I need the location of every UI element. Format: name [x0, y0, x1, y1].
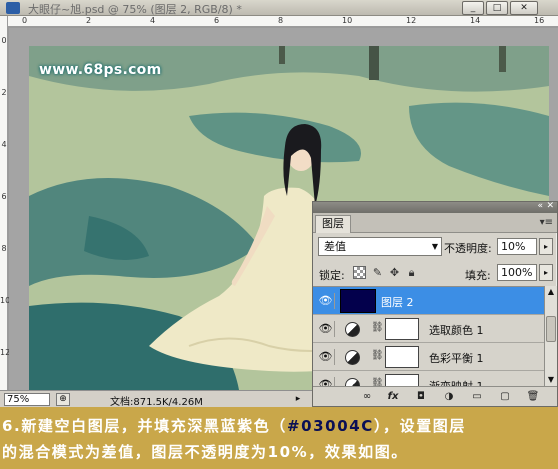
document-titlebar[interactable]: 大眼仔~旭.psd @ 75% (图层 2, RGB/8) * _ □ ✕	[0, 0, 558, 16]
lock-transparent-pixels-icon[interactable]	[353, 266, 366, 279]
layer-row-gradient-map-1[interactable]: 👁︎ ⛓ 渐变映射 1	[313, 371, 544, 386]
document-info: 文档:871.5K/4.26M	[110, 397, 203, 408]
adjustment-layer-icon	[345, 322, 360, 337]
lock-all-icon[interactable]: 🔒︎	[405, 266, 418, 279]
caption-line-2: 的混合模式为差值，图层不透明度为10%，效果如图。	[2, 443, 408, 461]
lock-label: 锁定:	[319, 269, 345, 282]
adjustment-layer-icon	[345, 350, 360, 365]
new-layer-icon[interactable]: ▢	[497, 390, 513, 404]
lock-position-icon[interactable]: ✥	[388, 266, 401, 279]
status-menu-arrow-icon[interactable]: ▸	[292, 393, 304, 406]
ruler-tick: 8	[278, 16, 284, 25]
layer-name: 色彩平衡 1	[429, 352, 484, 365]
folder-icon[interactable]: ▭	[469, 390, 485, 404]
layer-row-layer-2[interactable]: 👁︎ 图层 2	[313, 287, 544, 315]
fill-field[interactable]: 100%	[497, 264, 537, 281]
caption-hex-color: #03004C	[286, 417, 374, 435]
tutorial-caption: 6.新建空白图层，并填充深黑蓝紫色（#03004C），设置图层 的混合模式为差值…	[0, 407, 558, 469]
layer-row-selective-color-1[interactable]: 👁︎ ⛓ 选取颜色 1	[313, 315, 544, 343]
layer-mask-thumbnail[interactable]	[385, 374, 419, 386]
ruler-tick: 2	[86, 16, 92, 25]
layer-mask-thumbnail[interactable]	[385, 346, 419, 368]
visibility-eye-icon[interactable]: 👁︎	[317, 349, 335, 365]
lock-image-pixels-icon[interactable]: ✎	[371, 266, 384, 279]
collapse-panel-icon[interactable]: «	[537, 201, 543, 211]
opacity-label: 不透明度:	[444, 242, 492, 255]
caption-line-1-suffix: ），设置图层	[373, 417, 467, 435]
scroll-thumb[interactable]	[546, 316, 556, 342]
ruler-tick: 0	[22, 16, 28, 25]
panel-menu-icon[interactable]: ▾≡	[540, 217, 553, 228]
minimize-button[interactable]: _	[462, 1, 484, 15]
scroll-up-icon[interactable]: ▲	[545, 286, 557, 298]
ruler-tick: 4	[150, 16, 156, 25]
layers-panel: « ✕ 图层 ▾≡ 差值 ▼ 不透明度: 10% ▸ 锁定: ✎ ✥ 🔒︎ 填充…	[312, 201, 558, 407]
fill-label: 填充:	[465, 269, 491, 282]
visibility-eye-icon[interactable]: 👁︎	[317, 293, 335, 309]
layer-row-color-balance-1[interactable]: 👁︎ ⛓ 色彩平衡 1	[313, 343, 544, 371]
layer-mask-thumbnail[interactable]	[385, 318, 419, 340]
mask-link-icon[interactable]: ⛓	[371, 378, 384, 386]
ruler-tick: 10	[0, 296, 11, 305]
layer-name: 渐变映射 1	[429, 378, 484, 386]
layers-panel-footer: ∞ fx ◘ ◑ ▭ ▢ 🗑	[313, 386, 557, 406]
ruler-tick: 0	[1, 36, 7, 45]
fx-icon[interactable]: fx	[385, 390, 401, 404]
layer-name: 图层 2	[381, 296, 414, 309]
close-panel-icon[interactable]: ✕	[546, 201, 554, 211]
vertical-ruler[interactable]: 0 2 4 6 8 10 12	[0, 16, 11, 390]
blend-mode-select[interactable]: 差值 ▼	[318, 237, 442, 256]
ruler-tick: 8	[1, 244, 7, 253]
panel-title-bar[interactable]: « ✕	[313, 201, 557, 213]
opacity-field[interactable]: 10%	[497, 238, 537, 255]
mask-link-icon[interactable]: ⛓	[371, 350, 384, 361]
blend-mode-value: 差值	[324, 240, 346, 253]
ruler-tick: 14	[470, 16, 481, 25]
fill-slider-button[interactable]: ▸	[539, 264, 553, 281]
maximize-button[interactable]: □	[486, 1, 508, 15]
layer-list-scrollbar[interactable]: ▲ ▼	[544, 286, 557, 386]
ruler-tick: 10	[342, 16, 353, 25]
photoshop-icon	[6, 2, 20, 14]
watermark-text: www.68ps.com	[39, 62, 162, 78]
panel-tab-row: 图层 ▾≡	[313, 213, 557, 233]
ruler-tick: 12	[406, 16, 417, 25]
document-title: 大眼仔~旭.psd @ 75% (图层 2, RGB/8) *	[28, 3, 242, 16]
ruler-tick: 4	[1, 140, 7, 149]
ruler-tick: 2	[1, 88, 7, 97]
chevron-down-icon: ▼	[431, 242, 438, 251]
ruler-tick: 6	[1, 192, 7, 201]
link-icon[interactable]: ∞	[359, 390, 375, 404]
opacity-slider-button[interactable]: ▸	[539, 238, 553, 255]
layer-list: 👁︎ 图层 2 👁︎ ⛓ 选取颜色 1 👁︎ ⛓ 色彩平衡 1 👁︎ ⛓ 渐变映…	[313, 286, 544, 386]
zoom-field[interactable]: 75%	[4, 393, 50, 406]
mask-link-icon[interactable]: ⛓	[371, 322, 384, 333]
caption-line-1: 6.新建空白图层，并填充深黑蓝紫色（#03004C），设置图层	[2, 415, 466, 436]
ruler-tick: 16	[534, 16, 545, 25]
layer-thumbnail	[340, 289, 376, 313]
horizontal-ruler[interactable]: 0 2 4 6 8 10 12 14 16	[8, 16, 558, 27]
mask-icon[interactable]: ◘	[413, 390, 429, 404]
trash-icon[interactable]: 🗑	[525, 390, 541, 404]
adjustment-icon[interactable]: ◑	[441, 390, 457, 404]
close-button[interactable]: ✕	[510, 1, 538, 15]
ruler-tick: 12	[0, 348, 11, 357]
tab-layers[interactable]: 图层	[315, 215, 351, 233]
visibility-eye-icon[interactable]: 👁︎	[317, 377, 335, 386]
ruler-tick: 6	[214, 16, 220, 25]
navigator-icon[interactable]: ⊕	[56, 393, 70, 406]
visibility-eye-icon[interactable]: 👁︎	[317, 321, 335, 337]
adjustment-layer-icon	[345, 378, 360, 386]
scroll-down-icon[interactable]: ▼	[545, 374, 557, 386]
layer-name: 选取颜色 1	[429, 324, 484, 337]
caption-line-1-prefix: 6.新建空白图层，并填充深黑蓝紫色（	[2, 417, 287, 435]
